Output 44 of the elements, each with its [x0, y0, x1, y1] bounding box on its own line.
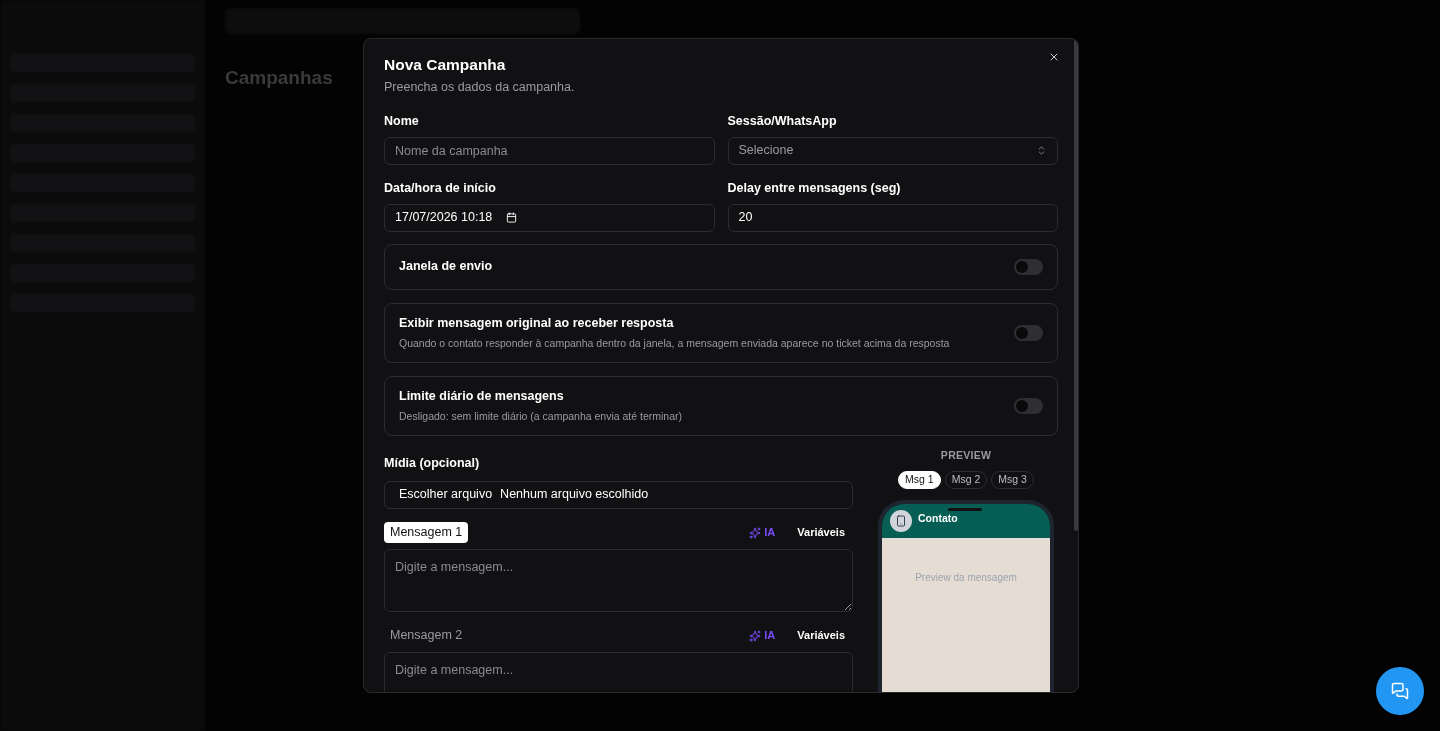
preview-tab[interactable]: Msg 1 — [898, 470, 941, 489]
dialog-title: Nova Campanha — [384, 55, 506, 75]
toggle-switch[interactable] — [1014, 397, 1043, 414]
chat-fab[interactable] — [1376, 667, 1424, 715]
ai-button[interactable]: IA — [749, 627, 776, 644]
setting-title: Exibir mensagem original ao receber resposta — [399, 315, 675, 332]
name-input-field[interactable]: Nome da campanha — [384, 136, 715, 165]
preview-text: Preview da mensagem — [915, 570, 1017, 585]
file-input-field[interactable]: Escolher arquivo Nenhum arquivo escolhido — [384, 480, 853, 509]
field-label: Data/hora de início — [384, 179, 497, 196]
message-tab[interactable]: Mensagem 2 — [384, 625, 469, 646]
session-select[interactable]: Selecione — [727, 136, 1058, 165]
sparkles-icon — [749, 629, 762, 642]
field-label: Nome — [384, 112, 420, 129]
close-button[interactable] — [1048, 51, 1060, 63]
contact-name: Contato — [918, 510, 958, 526]
file-status: Nenhum arquivo escolhido — [500, 486, 649, 504]
chevrons-icon — [1036, 145, 1047, 157]
preview-heading: PREVIEW — [940, 447, 992, 463]
message-textarea[interactable]: Digite a mensagem... — [384, 651, 853, 692]
ai-button[interactable]: IA — [749, 524, 776, 541]
setting-title: Limite diário de mensagens — [399, 388, 565, 405]
setting-description: Desligado: sem limite diário (a campanha envia até terminar) — [399, 408, 683, 424]
choose-file-button[interactable]: Escolher arquivo — [399, 485, 493, 504]
toggle-switch[interactable] — [1014, 258, 1043, 275]
chat-bubbles-icon — [1391, 682, 1409, 700]
delay-input-field[interactable]: 20 — [727, 203, 1058, 232]
page-title: Campanhas — [225, 66, 333, 90]
message-tab[interactable]: Mensagem 1 — [384, 522, 469, 543]
field-label: Sessão/WhatsApp — [727, 112, 838, 129]
field-label: Mídia (opcional) — [384, 454, 481, 472]
setting-description: Quando o contato responder à campanha dentro da janela, a mensagem enviada aparece no ticket acima da resposta — [399, 335, 950, 351]
phone-icon — [895, 514, 907, 527]
variables-button[interactable]: Variáveis — [797, 627, 845, 644]
message-textarea[interactable]: Digite a mensagem... — [384, 548, 853, 612]
datetime-input-field[interactable]: 17/07/2026 10:18 — [384, 203, 715, 232]
variables-button[interactable]: Variáveis — [797, 524, 845, 541]
dialog-subtitle: Preencha os dados da campanha. — [384, 79, 576, 96]
field-label: Delay entre mensagens (seg) — [727, 179, 902, 196]
calendar-icon — [506, 212, 518, 224]
sparkles-icon — [749, 526, 762, 539]
close-icon — [1048, 51, 1060, 63]
setting-title: Janela de envio — [399, 258, 493, 276]
toggle-switch[interactable] — [1014, 324, 1043, 341]
